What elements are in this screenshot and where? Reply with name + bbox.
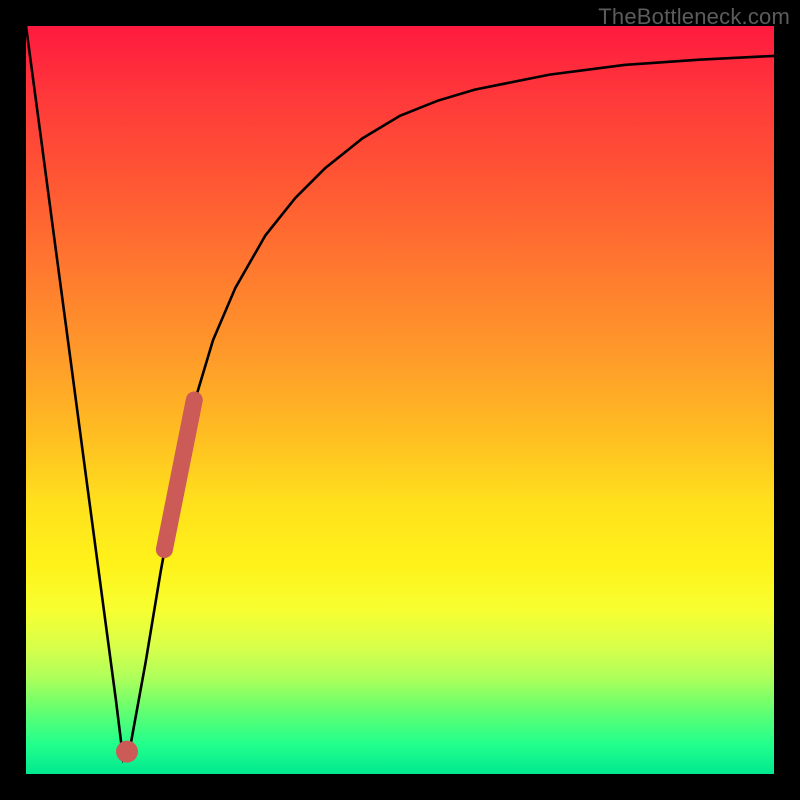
plot-area: [26, 26, 774, 774]
near-minimum-dot: [116, 741, 138, 763]
bottleneck-curve: [26, 26, 774, 759]
highlight-segment: [164, 400, 194, 550]
curve-overlay: [26, 26, 774, 774]
chart-frame: TheBottleneck.com: [0, 0, 800, 800]
